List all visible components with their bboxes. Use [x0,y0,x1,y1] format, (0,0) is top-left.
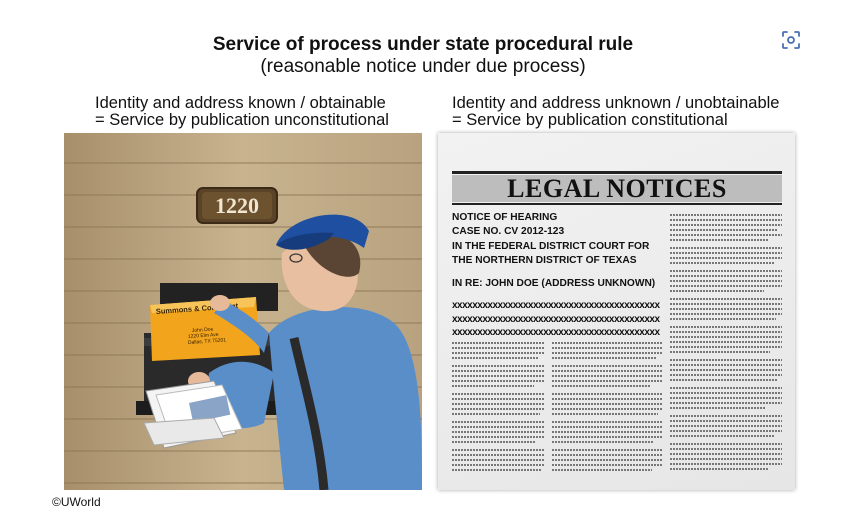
focus-scan-icon [782,31,800,49]
figure-title: Service of process under state procedura… [212,34,634,55]
left-caption-line2: = Service by publication unconstitutiona… [95,111,389,129]
house-number-plaque: 1220 [196,187,278,224]
fine-print-right-column [670,214,782,470]
left-caption-line1: Identity and address known / obtainable [95,94,386,112]
x-line-3: xxxxxxxxxxxxxxxxxxxxxxxxxxxxxxxxxxxxxxxx… [452,327,660,338]
right-caption: Identity and address unknown / unobtaina… [452,95,780,129]
x-line-2: xxxxxxxxxxxxxxxxxxxxxxxxxxxxxxxxxxxxxxxx… [452,313,660,325]
legal-notices-banner: LEGAL NOTICES [452,175,782,203]
placeholder-x-lines: xxxxxxxxxxxxxxxxxxxxxxxxxxxxxxxxxxxxxxxx… [452,299,664,340]
fine-print-left-columns [452,342,662,471]
notice-line-1: NOTICE OF HEARING [452,212,558,223]
banner-rule-bottom [452,203,782,205]
notice-line-4: THE NORTHERN DISTRICT OF TEXAS [452,255,637,267]
notice-line-3: IN THE FEDERAL DISTRICT COURT FOR [452,240,650,252]
right-caption-line1: Identity and address unknown / unobtaina… [452,94,780,112]
x-line-1: xxxxxxxxxxxxxxxxxxxxxxxxxxxxxxxxxxxxxxxx… [452,300,660,311]
focus-scan-button[interactable] [775,24,807,56]
right-caption-line2: = Service by publication constitutional [452,111,728,129]
mail-carrier-illustration: 1220 Summons & Complaint John Doe 1220 E… [64,133,422,490]
copyright-notice: ©UWorld [52,495,101,509]
notice-line-5: IN RE: JOHN DOE (ADDRESS UNKNOWN) [452,277,656,289]
left-caption: Identity and address known / obtainable … [95,95,389,129]
notice-of-hearing: NOTICE OF HEARING CASE NO. CV 2012-123 I… [452,211,662,291]
figure-subtitle: (reasonable notice under due process) [260,56,586,77]
notice-line-2: CASE NO. CV 2012-123 [452,226,565,238]
newspaper-legal-notices: LEGAL NOTICES NOTICE OF HEARING CASE NO.… [438,133,795,490]
house-number: 1220 [215,193,259,218]
